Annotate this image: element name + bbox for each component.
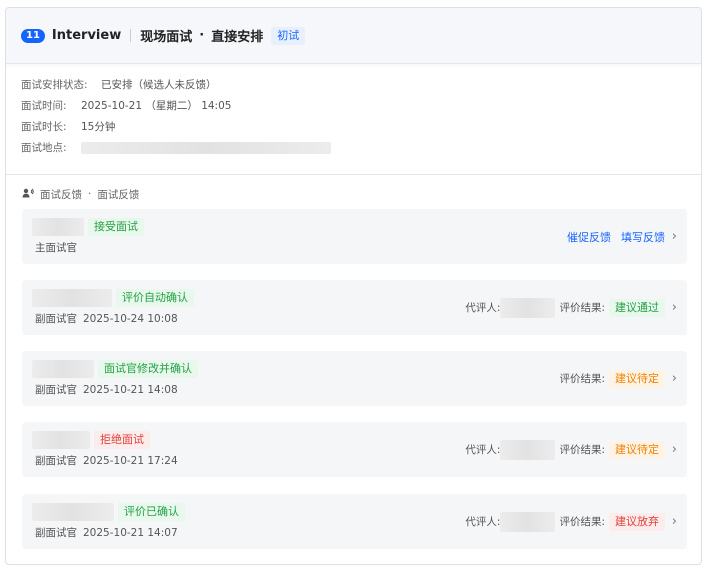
feedback-result: 评价结果: 建议待定 [559,351,665,406]
feedback-status-tag: 评价自动确认 [116,289,194,307]
feedback-item[interactable]: 拒绝面试 副面试官 2025-10-21 17:24 代评人: 评价结果: 建议待… [22,422,687,477]
feedback-status-tag: 评价已确认 [118,503,185,521]
feedback-title: 面试反馈 [40,188,82,201]
result-tag: 建议待定 [609,369,665,388]
status-label: 面试安排状态: [21,79,88,91]
feedback-item-meta: 副面试官 2025-10-21 14:07 [35,525,178,540]
reviewer-label: 代评人: [465,444,501,456]
interviewer-role: 副面试官 [35,455,77,467]
location-label: 面试地点: [21,142,67,154]
feedback-time: 2025-10-21 17:24 [83,455,178,467]
feedback-item-lead-interviewer[interactable]: 接受面试 主面试官 催促反馈 填写反馈 › [22,209,687,264]
feedback-status-tag: 拒绝面试 [94,431,150,449]
reviewer-name-redacted [500,439,556,460]
reviewer-label: 代评人: [465,302,501,314]
round-tag: 初试 [271,26,306,45]
result-tag: 建议通过 [609,298,665,317]
interviewer-role: 主面试官 [35,242,77,254]
feedback-item-meta: 副面试官 2025-10-21 14:08 [35,382,178,397]
feedback-item-top: 评价已确认 [32,503,185,521]
interview-card: 11 Interview 现场面试 · 直接安排 初试 面试安排状态: 已安排（… [5,7,702,565]
interviewer-role: 副面试官 [35,313,77,325]
arrangement-type: 直接安排 [211,30,264,45]
duration-value: 15分钟 [81,121,116,133]
feedback-result: 代评人: 评价结果: 建议待定 [465,422,665,477]
reviewer-label: 代评人: [465,516,501,528]
time-value: 2025-10-21 （星期二） 14:05 [81,100,232,112]
result-label: 评价结果: [559,444,605,456]
result-label: 评价结果: [559,373,605,385]
interviewer-name-redacted [32,431,90,449]
result-label: 评价结果: [559,516,605,528]
chevron-right-icon[interactable]: › [672,280,677,335]
interviewer-name-redacted [32,360,94,378]
reviewer-name-redacted [500,511,556,532]
feedback-actions: 催促反馈 填写反馈 [557,209,665,264]
interviewer-role: 副面试官 [35,527,77,539]
feedback-result: 代评人: 评价结果: 建议通过 [465,280,665,335]
feedback-item[interactable]: 面试官修改并确认 副面试官 2025-10-21 14:08 评价结果: 建议待定… [22,351,687,406]
interviewer-role: 副面试官 [35,384,77,396]
info-row-duration: 面试时长: 15分钟 [21,116,701,137]
chevron-right-icon[interactable]: › [672,494,677,549]
info-row-location: 面试地点: [21,137,701,158]
feedback-item[interactable]: 评价自动确认 副面试官 2025-10-24 10:08 代评人: 评价结果: 建… [22,280,687,335]
feedback-item-top: 拒绝面试 [32,431,150,449]
result-label: 评价结果: [559,302,605,314]
reviewer-name-redacted [500,297,556,318]
header-divider [130,29,132,42]
feedback-result: 代评人: 评价结果: 建议放弃 [465,494,665,549]
location-redacted [81,141,331,154]
header-dot: · [199,28,205,43]
feedback-item-top: 面试官修改并确认 [32,360,198,378]
result-tag: 建议待定 [609,440,665,459]
info-row-status: 面试安排状态: 已安排（候选人未反馈） [21,74,701,95]
feedback-status-tag: 接受面试 [88,218,144,236]
feedback-item-top: 评价自动确认 [32,289,194,307]
feedback-item-top: 接受面试 [32,218,144,236]
feedback-item-meta: 副面试官 2025-10-21 17:24 [35,453,178,468]
feedback-status-tag: 面试官修改并确认 [98,360,198,378]
info-row-time: 面试时间: 2025-10-21 （星期二） 14:05 [21,95,701,116]
interviewer-name-redacted [32,218,84,236]
chevron-right-icon[interactable]: › [672,209,677,264]
chevron-right-icon[interactable]: › [672,351,677,406]
feedback-time: 2025-10-21 14:07 [83,527,178,539]
feedback-time: 2025-10-21 14:08 [83,384,178,396]
status-value: 已安排（候选人未反馈） [101,79,217,91]
person-speaking-icon [22,188,34,201]
time-label: 面试时间: [21,100,67,112]
interview-header: 11 Interview 现场面试 · 直接安排 初试 [6,8,701,64]
duration-label: 面试时长: [21,121,67,133]
feedback-item[interactable]: 评价已确认 副面试官 2025-10-21 14:07 代评人: 评价结果: 建议… [22,494,687,549]
chevron-right-icon[interactable]: › [672,422,677,477]
interview-stage-name: 现场面试 [140,30,193,45]
feedback-subtitle: 面试反馈 [97,188,140,201]
header-title: Interview [51,28,122,43]
fill-feedback-link[interactable]: 填写反馈 [621,229,665,245]
interviewer-name-redacted [32,289,112,307]
feedback-section-header: 面试反馈 · 面试反馈 [6,178,701,210]
feedback-dot: · [88,188,92,200]
feedback-time: 2025-10-24 10:08 [83,313,178,325]
interview-info: 面试安排状态: 已安排（候选人未反馈） 面试时间: 2025-10-21 （星期… [6,64,701,175]
round-number-badge: 11 [21,28,45,43]
result-tag: 建议放弃 [609,512,665,531]
interviewer-name-redacted [32,503,114,521]
remind-feedback-link[interactable]: 催促反馈 [567,229,611,245]
feedback-item-meta: 主面试官 [35,240,77,255]
feedback-item-meta: 副面试官 2025-10-24 10:08 [35,311,178,326]
